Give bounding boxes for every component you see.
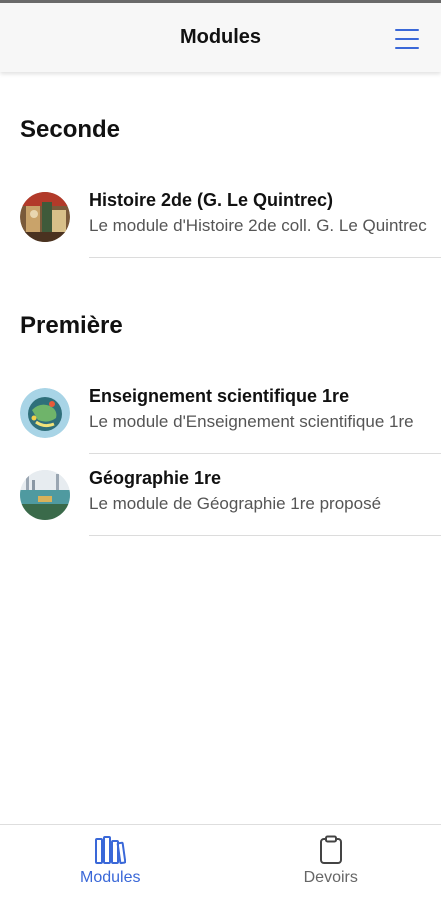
module-name: Géographie 1re xyxy=(89,468,222,488)
module-item-enseignement-scientifique[interactable]: Enseignement scientifique 1re Le module … xyxy=(0,372,441,454)
module-thumbnail xyxy=(20,192,70,242)
module-thumbnail xyxy=(20,470,70,520)
menu-line xyxy=(395,38,419,40)
section-title-premiere: Première xyxy=(20,312,123,339)
books-icon xyxy=(95,836,127,865)
tab-label: Devoirs xyxy=(303,869,358,886)
hamburger-menu-icon[interactable] xyxy=(395,29,419,49)
module-item-histoire-2de[interactable]: Histoire 2de (G. Le Quintrec) Le module … xyxy=(0,176,441,258)
menu-line xyxy=(395,29,419,31)
module-name: Enseignement scientifique 1re xyxy=(89,386,350,406)
tab-label: Modules xyxy=(80,869,141,886)
tab-devoirs[interactable]: Devoirs xyxy=(221,825,441,900)
menu-line xyxy=(395,47,419,49)
app-header: Modules xyxy=(0,0,441,72)
module-thumbnail xyxy=(20,388,70,438)
module-description: Le module de Géographie 1re proposé xyxy=(89,494,382,513)
divider xyxy=(89,257,441,258)
module-description: Le module d'Histoire 2de coll. G. Le Qui… xyxy=(89,216,427,235)
clipboard-icon xyxy=(319,835,342,864)
bottom-navigation: Modules Devoirs xyxy=(0,824,441,900)
module-item-geographie-1re[interactable]: Géographie 1re Le module de Géographie 1… xyxy=(0,454,441,536)
module-name: Histoire 2de (G. Le Quintrec) xyxy=(89,190,334,210)
divider xyxy=(89,535,441,536)
section-title-seconde: Seconde xyxy=(20,116,121,143)
module-description: Le module d'Enseignement scientifique 1r… xyxy=(89,412,414,431)
page-title: Modules xyxy=(179,26,262,48)
tab-modules[interactable]: Modules xyxy=(0,825,221,900)
